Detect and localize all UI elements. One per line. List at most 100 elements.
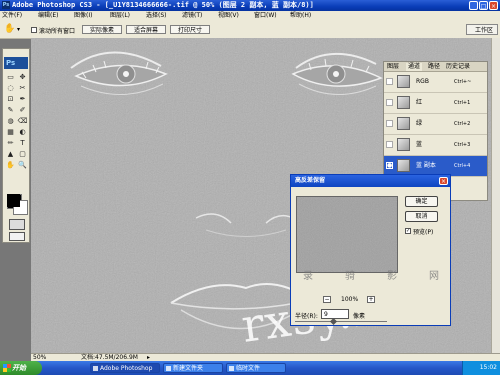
scroll-all-windows-checkbox[interactable] <box>31 27 37 33</box>
dialog-watermark-char: 骑 <box>345 271 355 282</box>
marquee-tool[interactable]: ▭ <box>5 73 16 82</box>
print-size-button[interactable]: 打印尺寸 <box>170 25 210 34</box>
channel-shortcut: Ctrl+4 <box>454 163 471 169</box>
dialog-watermark-char: 影 <box>387 271 397 282</box>
close-button[interactable]: × <box>489 1 498 10</box>
gradient-tool[interactable]: ▦ <box>5 128 16 137</box>
menu-view[interactable]: 视图(V) <box>218 12 239 20</box>
tab-history[interactable]: 历史记录 <box>446 63 470 71</box>
tab-channels[interactable]: 通道 <box>406 63 423 71</box>
healing-tool[interactable]: ✎ <box>5 106 16 115</box>
radius-slider-handle[interactable] <box>329 317 338 326</box>
channel-row-blue[interactable]: 蓝 Ctrl+3 <box>384 135 487 156</box>
window-title: Adobe Photoshop CS3 - [_U1Y8134666666-.t… <box>12 1 314 9</box>
channel-row-green[interactable]: 绿 Ctrl+2 <box>384 114 487 135</box>
menu-file[interactable]: 文件(F) <box>2 12 22 20</box>
photoshop-task-icon <box>93 366 98 371</box>
channel-row-red[interactable]: 红 Ctrl+1 <box>384 93 487 114</box>
actual-pixels-button[interactable]: 实际像素 <box>82 25 122 34</box>
hand-tool-icon[interactable]: ✋ <box>4 25 15 34</box>
photoshop-logo: Ps <box>4 57 28 69</box>
brush-tool[interactable]: ✐ <box>17 106 28 115</box>
tool-preset-dropdown-icon[interactable]: ▾ <box>17 26 20 33</box>
task-temp-files[interactable]: 临时文件 <box>226 363 286 373</box>
eye-icon[interactable]: ● <box>386 162 393 169</box>
scroll-all-windows-label: 滚动所有窗口 <box>39 28 76 35</box>
channel-name: 红 <box>416 99 423 106</box>
toolbox: Ps ▭ ✥ ◌ ✂ ⊡ ✒ ✎ ✐ ◍ ⌫ ▦ ◐ ✏ T ▲ ▢ ✋ 🔍 <box>2 48 30 243</box>
shape-tool[interactable]: ▢ <box>17 150 28 159</box>
dialog-watermark-char: 网 <box>429 271 439 282</box>
visibility-toggle[interactable] <box>386 99 393 106</box>
task-label: 临时文件 <box>236 365 261 372</box>
preview-checkbox[interactable]: ✓ <box>405 228 411 234</box>
title-bar: Ps Adobe Photoshop CS3 - [_U1Y8134666666… <box>0 0 500 11</box>
lasso-tool[interactable]: ◌ <box>5 84 16 93</box>
preview-label: 预览(P) <box>413 229 434 236</box>
screen-mode-icon[interactable] <box>9 232 25 241</box>
menu-help[interactable]: 帮助(H) <box>290 12 311 20</box>
type-tool[interactable]: T <box>17 139 28 148</box>
zoom-out-button[interactable]: − <box>323 296 331 303</box>
fit-screen-button[interactable]: 适合屏幕 <box>126 25 166 34</box>
menu-select[interactable]: 选择(S) <box>146 12 167 20</box>
radius-unit: 像素 <box>353 313 366 320</box>
minimize-button[interactable]: _ <box>469 1 478 10</box>
visibility-toggle[interactable] <box>386 78 393 85</box>
zoom-level: 100% <box>341 296 359 303</box>
task-photoshop[interactable]: Adobe Photoshop <box>90 363 160 373</box>
channel-thumbnail <box>397 159 410 172</box>
slice-tool[interactable]: ✒ <box>17 95 28 104</box>
options-bar: ✋ ▾ 滚动所有窗口 实际像素 适合屏幕 打印尺寸 <box>0 21 500 39</box>
panel-tabs: 图层 通道 路径 历史记录 <box>384 62 487 72</box>
folder-icon <box>229 366 234 371</box>
workspace-label: 工作区 <box>475 27 494 34</box>
radius-slider-track[interactable] <box>295 321 387 322</box>
channel-name: 蓝 副本 <box>416 162 436 169</box>
radius-label: 半径(R): <box>295 313 318 320</box>
radius-input[interactable] <box>321 309 349 319</box>
zoom-in-button[interactable]: + <box>367 296 375 303</box>
channel-thumbnail <box>397 75 410 88</box>
channel-thumbnail <box>397 138 410 151</box>
filter-preview[interactable] <box>296 196 398 273</box>
clock: 15:02 <box>479 364 497 371</box>
channel-shortcut: Ctrl+1 <box>454 100 471 106</box>
channel-name: 绿 <box>416 120 423 127</box>
magic-wand-tool[interactable]: ✂ <box>17 84 28 93</box>
channel-thumbnail <box>397 96 410 109</box>
menu-edit[interactable]: 编辑(E) <box>38 12 58 20</box>
quick-mask-icon[interactable] <box>9 219 25 230</box>
channel-shortcut: Ctrl+2 <box>454 121 471 127</box>
maximize-button[interactable]: □ <box>479 1 488 10</box>
visibility-toggle[interactable] <box>386 120 393 127</box>
channel-thumbnail <box>397 117 410 130</box>
cancel-button[interactable]: 取消 <box>405 211 438 222</box>
task-label: Adobe Photoshop <box>100 365 153 372</box>
crop-tool[interactable]: ⊡ <box>5 95 16 104</box>
move-tool[interactable]: ✥ <box>17 73 28 82</box>
channel-row-rgb[interactable]: RGB Ctrl+~ <box>384 72 487 93</box>
eraser-tool[interactable]: ⌫ <box>17 117 28 126</box>
path-select-tool[interactable]: ▲ <box>5 150 16 159</box>
start-button[interactable]: 开始 <box>0 361 42 375</box>
ok-button[interactable]: 确定 <box>405 196 438 207</box>
system-tray: 15:02 <box>462 361 500 375</box>
dialog-close-icon[interactable]: × <box>439 177 448 185</box>
stamp-tool[interactable]: ◍ <box>5 117 16 126</box>
menu-filter[interactable]: 滤镜(T) <box>182 12 202 20</box>
menu-layer[interactable]: 图层(L) <box>110 12 130 20</box>
task-new-folder[interactable]: 新建文件夹 <box>163 363 223 373</box>
channel-shortcut: Ctrl+~ <box>454 79 472 85</box>
zoom-tool[interactable]: 🔍 <box>17 161 28 170</box>
tab-paths[interactable]: 路径 <box>428 63 440 71</box>
pen-tool[interactable]: ✏ <box>5 139 16 148</box>
vertical-scrollbar[interactable] <box>491 38 500 353</box>
menu-image[interactable]: 图像(I) <box>74 12 92 20</box>
dodge-tool[interactable]: ◐ <box>17 128 28 137</box>
tab-layers[interactable]: 图层 <box>387 63 399 71</box>
visibility-toggle[interactable] <box>386 141 393 148</box>
menu-window[interactable]: 窗口(W) <box>254 12 277 20</box>
hand-tool[interactable]: ✋ <box>5 161 16 170</box>
workspace-button[interactable]: 工作区 <box>466 24 498 35</box>
